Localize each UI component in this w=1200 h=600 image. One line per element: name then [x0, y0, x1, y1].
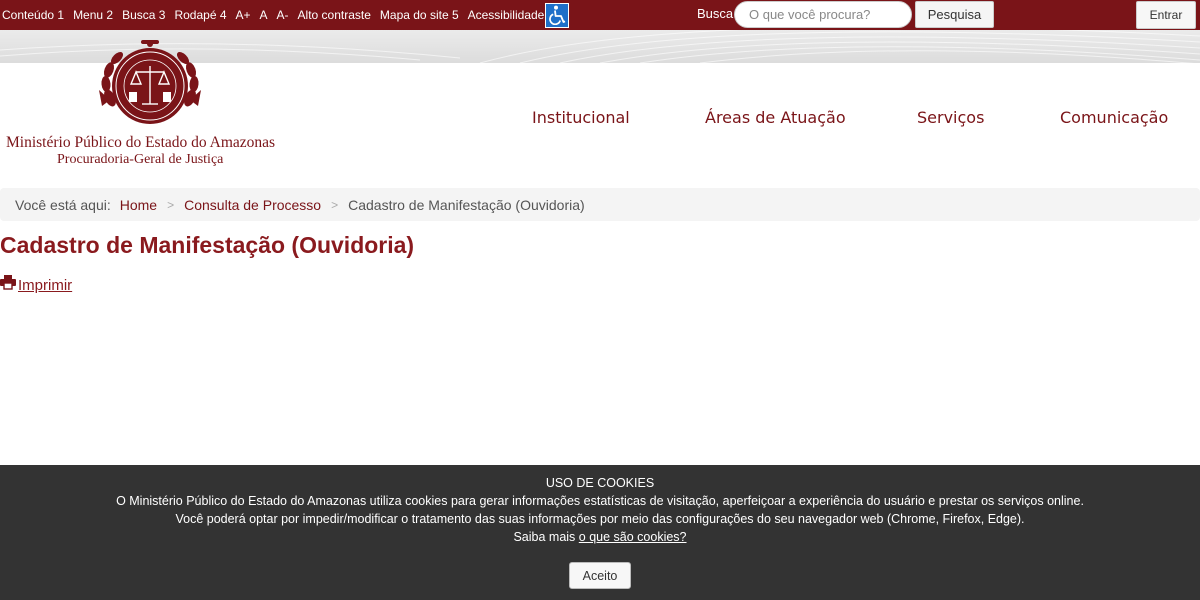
nav-item-servicos[interactable]: Serviços: [917, 108, 984, 127]
wheelchair-icon[interactable]: [545, 2, 570, 28]
cookie-text-line-2: Você poderá optar por impedir/modificar …: [175, 512, 1025, 526]
cookie-text-line-1: O Ministério Público do Estado do Amazon…: [116, 494, 1084, 508]
org-subtitle: Procuradoria-Geral de Justiça: [57, 152, 224, 167]
breadcrumb: Você está aqui: Home > Consulta de Proce…: [0, 188, 1200, 221]
font-increase-link[interactable]: A+: [236, 8, 251, 22]
print-link-label[interactable]: Imprimir: [18, 277, 72, 294]
breadcrumb-current: Cadastro de Manifestação (Ouvidoria): [348, 196, 585, 213]
skip-search-link[interactable]: Busca 3: [122, 8, 165, 22]
search-button[interactable]: Pesquisa: [915, 1, 994, 28]
page-title: Cadastro de Manifestação (Ouvidoria): [0, 232, 415, 258]
accessibility-link[interactable]: Acessibilidade: [468, 8, 545, 22]
search-input[interactable]: [734, 1, 912, 28]
breadcrumb-label: Você está aqui:: [15, 196, 111, 213]
nav-item-areas-de-atuacao[interactable]: Áreas de Atuação: [705, 108, 846, 127]
skip-menu-link[interactable]: Menu 2: [73, 8, 113, 22]
print-link[interactable]: Imprimir: [0, 275, 72, 295]
breadcrumb-separator: >: [167, 197, 175, 212]
org-name: Ministério Público do Estado do Amazonas: [6, 134, 276, 151]
breadcrumb-separator: >: [331, 197, 339, 212]
cookie-learn-more-prefix: Saiba mais: [513, 530, 576, 544]
accessibility-bar: Conteúdo 1 Menu 2 Busca 3 Rodapé 4 A+ A …: [0, 0, 1200, 30]
nav-item-comunicacao[interactable]: Comunicação: [1060, 108, 1168, 127]
breadcrumb-consulta-link[interactable]: Consulta de Processo: [184, 197, 321, 213]
cookie-info-link[interactable]: o que são cookies?: [579, 530, 687, 544]
printer-icon[interactable]: [0, 275, 16, 295]
cookie-text-line-3: Saiba mais o que são cookies?: [0, 530, 1200, 544]
main-nav: Institucional Áreas de Atuação Serviços …: [0, 108, 1200, 132]
cookie-title: USO DE COOKIES: [545, 476, 655, 490]
nav-item-institucional[interactable]: Institucional: [532, 108, 630, 127]
breadcrumb-home-link[interactable]: Home: [120, 197, 157, 213]
high-contrast-link[interactable]: Alto contraste: [298, 8, 371, 22]
accessibility-links: Conteúdo 1 Menu 2 Busca 3 Rodapé 4 A+ A …: [2, 0, 570, 30]
skip-content-link[interactable]: Conteúdo 1: [2, 8, 64, 22]
skip-footer-link[interactable]: Rodapé 4: [174, 8, 226, 22]
cookie-accept-button[interactable]: Aceito: [569, 562, 631, 589]
sitemap-link[interactable]: Mapa do site 5: [380, 8, 459, 22]
font-decrease-link[interactable]: A-: [277, 8, 289, 22]
cookie-banner: USO DE COOKIES O Ministério Público do E…: [0, 465, 1200, 600]
font-reset-link[interactable]: A: [260, 8, 268, 22]
search-label: Busca: [697, 6, 734, 21]
login-button[interactable]: Entrar: [1136, 1, 1196, 29]
